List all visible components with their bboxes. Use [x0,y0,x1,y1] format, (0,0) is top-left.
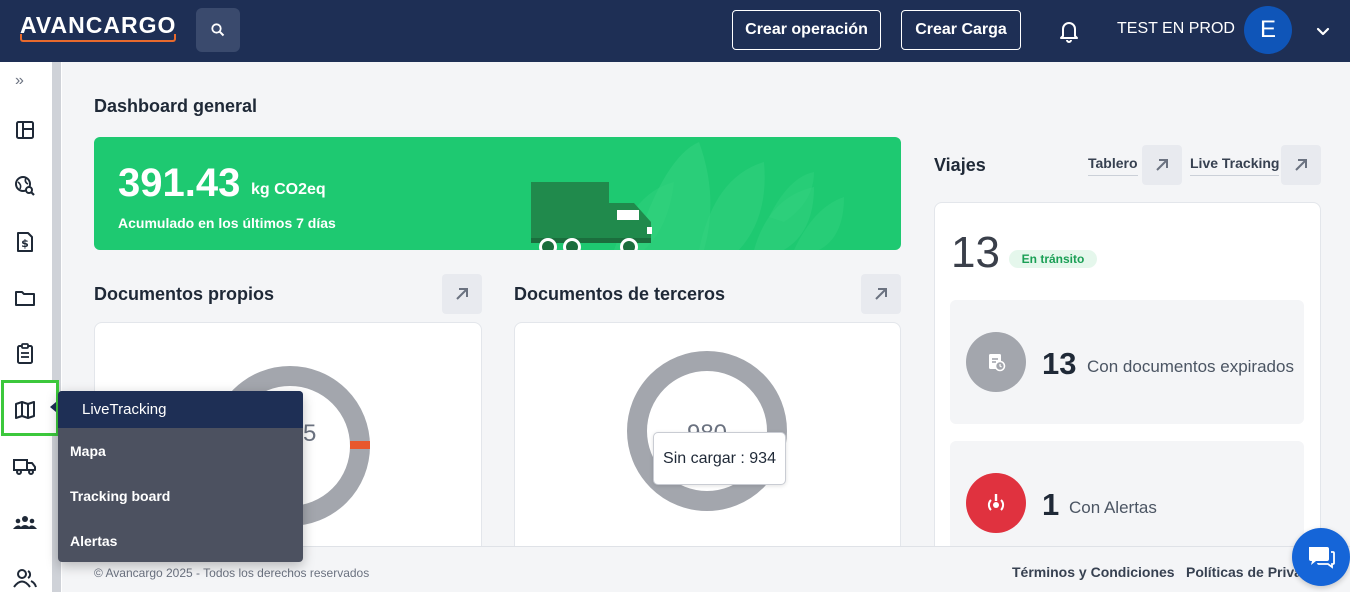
alert-signal-icon [966,473,1026,533]
top-bar: AVANCARGO Crear operación Crear Carga TE… [0,0,1350,62]
bell-icon[interactable] [1058,19,1080,43]
copyright: © Avancargo 2025 - Todos los derechos re… [94,566,370,580]
docs-third-donut[interactable]: 980 [612,336,802,526]
truck-leaves-illustration [531,142,844,250]
docs-third-open-button[interactable] [861,274,901,314]
livetracking-flyout: LiveTracking Mapa Tracking board Alertas [58,391,303,562]
create-operation-button[interactable]: Crear operación [732,10,881,50]
docs-own-open-button[interactable] [442,274,482,314]
user-name[interactable]: TEST EN PROD [1117,20,1235,38]
clipboard-icon[interactable] [12,341,38,367]
svg-text:$: $ [21,237,29,250]
expired-docs-stat[interactable]: 13 Con documentos expirados [950,300,1304,424]
active-item-caret [50,402,56,412]
arrow-up-right-icon [875,288,887,300]
search-icon [211,23,225,37]
chat-icon [1309,547,1335,569]
expired-doc-icon [966,332,1026,392]
invoice-icon[interactable]: $ [12,229,38,255]
expired-count: 13 [1042,346,1077,381]
search-button[interactable] [196,8,240,52]
logo-underline [20,34,176,42]
expired-label: Con documentos expirados [1087,357,1294,376]
flyout-title: LiveTracking [58,391,303,428]
create-load-button[interactable]: Crear Carga [901,10,1021,50]
board-link[interactable]: Tablero [1088,155,1138,176]
users-icon[interactable] [12,565,38,591]
brand-logo[interactable]: AVANCARGO [20,12,176,44]
terms-link[interactable]: Términos y Condiciones [1012,564,1175,580]
board-open-button[interactable] [1142,145,1182,185]
co2-unit: kg CO2eq [251,181,326,198]
flyout-item-tracking-board[interactable]: Tracking board [70,488,170,504]
chevron-down-icon[interactable] [1314,22,1332,40]
map-icon[interactable] [12,397,38,423]
alerts-label: Con Alertas [1069,498,1157,517]
folder-icon[interactable] [12,285,38,311]
page-title: Dashboard general [94,96,258,116]
in-transit-badge: En tránsito [1009,250,1097,268]
flyout-item-mapa[interactable]: Mapa [70,443,106,459]
co2-card: 391.43 kg CO2eq Acumulado en los últimos… [94,137,901,250]
live-tracking-link[interactable]: Live Tracking [1190,155,1280,176]
arrow-up-right-icon [456,288,468,300]
privacy-link[interactable]: Políticas de Priva [1186,564,1302,580]
expand-sidebar-icon[interactable]: » [15,72,24,90]
flyout-item-alertas[interactable]: Alertas [70,533,117,549]
group-icon[interactable] [12,509,38,535]
live-tracking-open-button[interactable] [1281,145,1321,185]
docs-third-title: Documentos de terceros [514,284,726,304]
docs-own-center-value: 5 [303,420,316,447]
docs-own-title: Documentos propios [94,284,275,304]
arrow-up-right-icon [1295,159,1307,171]
viajes-title: Viajes [934,155,986,175]
alerts-stat[interactable]: 1 Con Alertas [950,441,1304,551]
arrow-up-right-icon [1156,159,1168,171]
chat-button[interactable] [1292,528,1350,586]
chart-tooltip: Sin cargar : 934 [653,432,786,485]
layout-icon[interactable] [12,117,38,143]
alerts-count: 1 [1042,487,1060,522]
search-globe-icon[interactable] [12,173,38,199]
avatar[interactable]: E [1244,6,1292,54]
co2-caption: Acumulado en los últimos 7 días [118,215,336,231]
co2-value: 391.43 [118,161,241,205]
truck-icon[interactable] [12,453,38,479]
in-transit-count: 13 [951,228,1000,277]
